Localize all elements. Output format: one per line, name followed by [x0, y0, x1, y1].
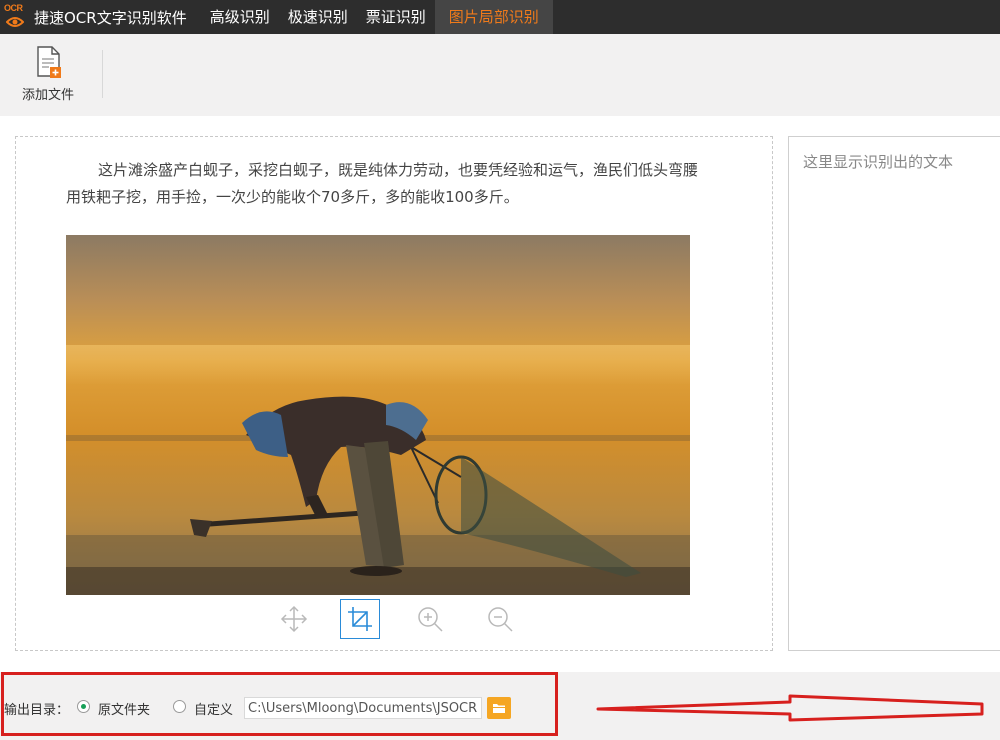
zoom-in-button[interactable] — [410, 599, 450, 639]
app-logo: OCR — [4, 0, 32, 34]
tab-ticket-recognition[interactable]: 票证识别 — [357, 0, 435, 34]
main-content: 这片滩涂盛产白蚬子，采挖白蚬子，既是纯体力劳动，也要凭经验和运气，渔民们低头弯腰… — [0, 116, 1000, 672]
folder-icon — [493, 704, 505, 713]
output-path-input[interactable] — [244, 697, 482, 719]
radio-custom-folder[interactable] — [173, 700, 186, 713]
add-file-icon — [37, 46, 61, 78]
output-settings-bar: 输出目录： 原文件夹 自定义 — [0, 672, 1000, 740]
zoom-out-icon — [488, 607, 513, 632]
crop-tool-button[interactable] — [340, 599, 380, 639]
move-icon — [280, 605, 308, 633]
radio-original-folder-label[interactable]: 原文件夹 — [98, 699, 150, 718]
tab-fast-recognition[interactable]: 极速识别 — [279, 0, 357, 34]
eye-icon — [6, 17, 24, 27]
radio-custom-folder-label[interactable]: 自定义 — [194, 699, 233, 718]
radio-original-folder[interactable] — [77, 700, 90, 713]
crop-icon — [348, 607, 372, 631]
toolbar: 添加文件 — [0, 34, 1000, 116]
move-tool-button[interactable] — [274, 599, 314, 639]
annotation-arrow — [596, 694, 984, 722]
zoom-out-button[interactable] — [480, 599, 520, 639]
tab-image-partial-recognition[interactable]: 图片局部识别 — [434, 0, 553, 34]
image-toolbar — [274, 599, 524, 639]
add-file-button[interactable]: 添加文件 — [14, 46, 82, 106]
title-bar: OCR 捷速OCR文字识别软件 高级识别 极速识别 票证识别 图片局部识别 — [0, 0, 1000, 34]
recognized-text-panel[interactable]: 这里显示识别出的文本 — [788, 136, 1000, 651]
result-placeholder: 这里显示识别出的文本 — [803, 153, 954, 171]
image-preview-panel: 这片滩涂盛产白蚬子，采挖白蚬子，既是纯体力劳动，也要凭经验和运气，渔民们低头弯腰… — [15, 136, 773, 651]
zoom-in-icon — [418, 607, 443, 632]
app-title: 捷速OCR文字识别软件 — [34, 8, 187, 27]
preview-photo[interactable] — [66, 235, 690, 595]
tab-advanced-recognition[interactable]: 高级识别 — [201, 0, 279, 34]
output-directory-label: 输出目录： — [4, 703, 70, 718]
photo-illustration — [66, 235, 690, 595]
logo-ocr-text: OCR — [4, 3, 23, 13]
toolbar-divider — [102, 50, 103, 98]
add-file-label: 添加文件 — [21, 88, 74, 103]
document-paragraph: 这片滩涂盛产白蚬子，采挖白蚬子，既是纯体力劳动，也要凭经验和运气，渔民们低头弯腰… — [66, 161, 699, 206]
browse-folder-button[interactable] — [487, 697, 511, 719]
